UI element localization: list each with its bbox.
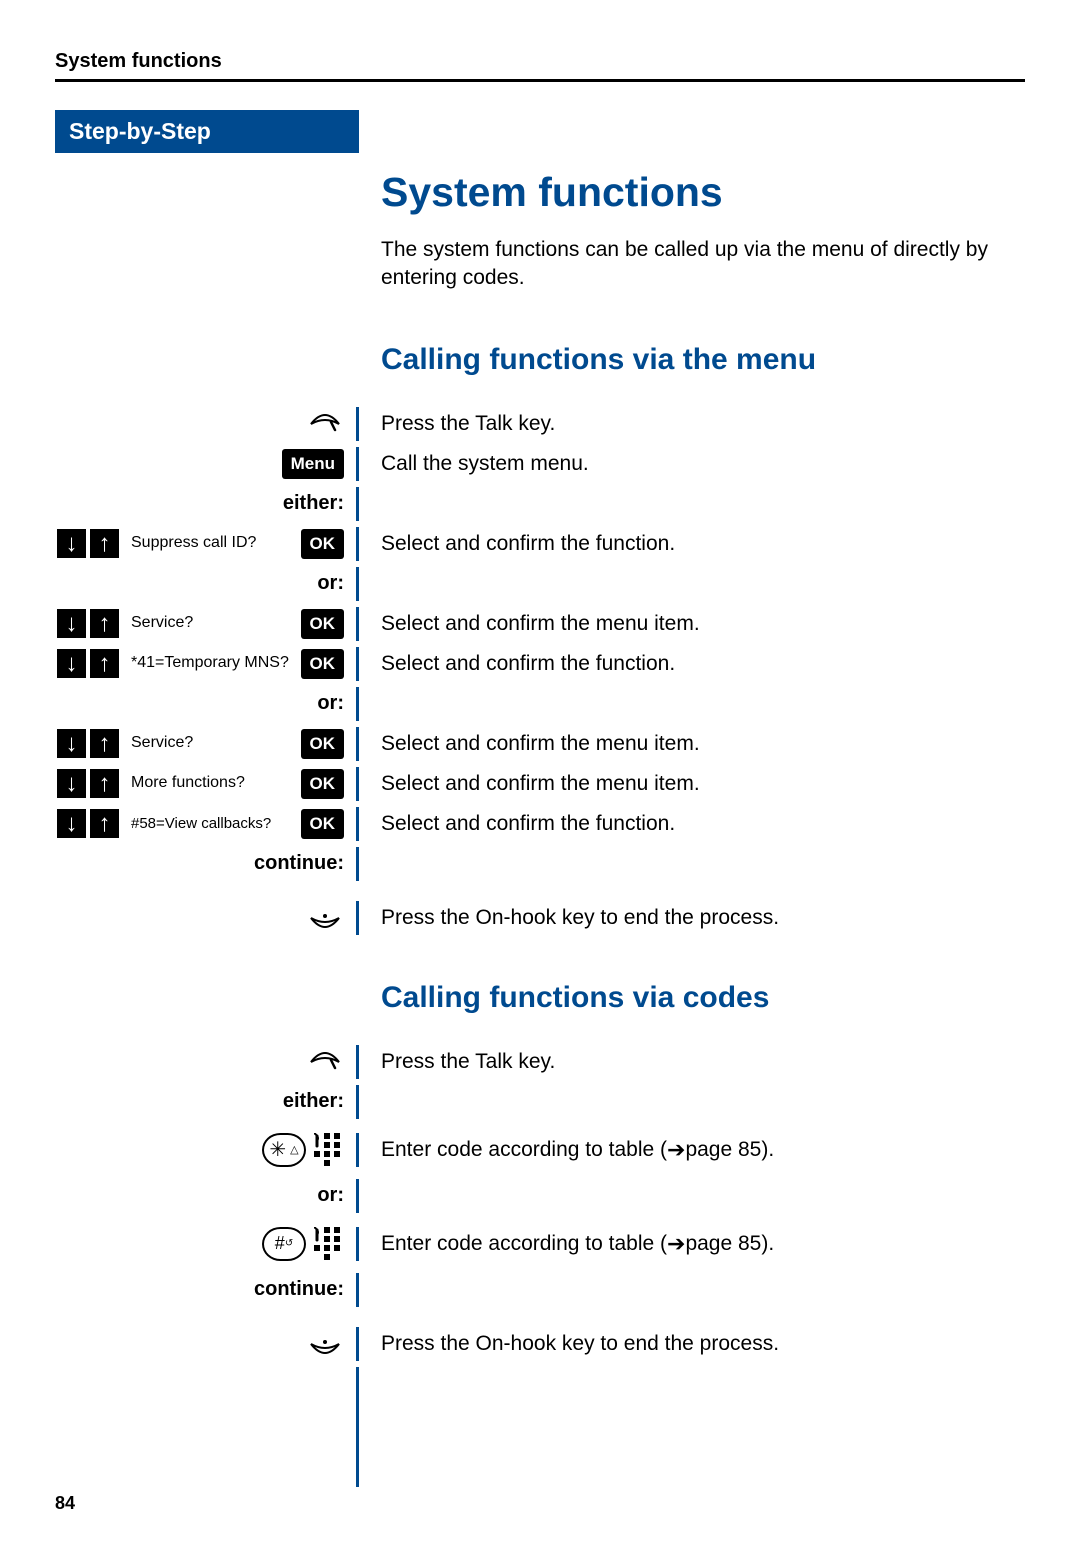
nav-arrows: ↓↑ — [55, 727, 121, 760]
either-label-2: either: — [55, 1085, 1025, 1119]
step-code-star: ✳ △ Enter code according to table (➔ pag… — [55, 1133, 1025, 1167]
nav-arrows: ↓↑ — [55, 607, 121, 640]
ok-key: OK — [301, 609, 345, 639]
step-menu-text: Call the system menu. — [359, 447, 1025, 481]
nav-arrows: ↓↑ — [55, 807, 121, 840]
step-by-step-label: Step-by-Step — [55, 110, 359, 153]
step-temporary-text: Select and confirm the function. — [359, 647, 1025, 681]
down-arrow-icon: ↓ — [55, 527, 88, 560]
step-onhook-1-text: Press the On-hook key to end the process… — [359, 901, 1025, 935]
step-talk: Press the Talk key. — [55, 407, 1025, 441]
talk-key-icon — [306, 1048, 344, 1076]
down-arrow-icon: ↓ — [55, 767, 88, 800]
step-code-hash: #↺ Enter code according to table (➔ page… — [55, 1227, 1025, 1261]
either-label-1: either: — [55, 487, 1025, 521]
keypad-icon — [314, 1133, 344, 1167]
step-onhook-2-text: Press the On-hook key to end the process… — [359, 1327, 1025, 1361]
page-number: 84 — [55, 1493, 1025, 1514]
keypad-icon — [314, 1227, 344, 1261]
reference-arrow-icon: ➔ — [667, 1137, 685, 1163]
down-arrow-icon: ↓ — [55, 647, 88, 680]
hash-key-icon: #↺ — [262, 1227, 306, 1261]
step-talk-2: Press the Talk key. — [55, 1045, 1025, 1079]
nav-arrows: ↓↑ — [55, 767, 121, 800]
ok-key: OK — [301, 529, 345, 559]
up-arrow-icon: ↑ — [88, 807, 121, 840]
nav-arrows: ↓↑ — [55, 527, 121, 560]
step-service-2-text: Select and confirm the menu item. — [359, 727, 1025, 761]
step-service-1: ↓↑ Service? OK Select and confirm the me… — [55, 607, 1025, 641]
manual-page: System functions Step-by-Step System fun… — [0, 0, 1080, 1554]
step-more-text: Select and confirm the menu item. — [359, 767, 1025, 801]
section2-heading-row: Calling functions via codes — [55, 941, 1025, 1039]
ok-key: OK — [301, 649, 345, 679]
title-row: System functions The system functions ca… — [55, 153, 1025, 401]
section2-heading: Calling functions via codes — [381, 981, 1025, 1015]
menu-item-label: Service? — [129, 734, 297, 752]
up-arrow-icon: ↑ — [88, 527, 121, 560]
onhook-key-icon — [306, 904, 344, 932]
or-label-3: or: — [55, 1179, 1025, 1213]
down-arrow-icon: ↓ — [55, 607, 88, 640]
or-label-2: or: — [55, 687, 1025, 721]
step-code-hash-text: Enter code according to table (➔ page 85… — [359, 1227, 1025, 1261]
up-arrow-icon: ↑ — [88, 727, 121, 760]
menu-item-label: #58=View callbacks? — [129, 815, 297, 832]
step-menu: Menu Call the system menu. — [55, 447, 1025, 481]
step-suppress: ↓↑ Suppress call ID? OK Select and confi… — [55, 527, 1025, 561]
step-more: ↓↑ More functions? OK Select and confirm… — [55, 767, 1025, 801]
step-code-star-text: Enter code according to table (➔ page 85… — [359, 1133, 1025, 1167]
section1-heading: Calling functions via the menu — [381, 343, 1025, 377]
step-view-callbacks: ↓↑ #58=View callbacks? OK Select and con… — [55, 807, 1025, 841]
step-talk-2-text: Press the Talk key. — [359, 1045, 1025, 1079]
step-service-1-text: Select and confirm the menu item. — [359, 607, 1025, 641]
step-onhook-2: Press the On-hook key to end the process… — [55, 1327, 1025, 1361]
step-service-2: ↓↑ Service? OK Select and confirm the me… — [55, 727, 1025, 761]
star-key-icon: ✳ △ — [262, 1133, 306, 1167]
menu-item-label: More functions? — [129, 774, 297, 792]
step-view-text: Select and confirm the function. — [359, 807, 1025, 841]
intro-text: The system functions can be called up vi… — [381, 236, 1025, 293]
talk-key-icon — [306, 410, 344, 438]
down-arrow-icon: ↓ — [55, 727, 88, 760]
page-header: System functions — [55, 50, 1025, 82]
onhook-key-icon — [306, 1330, 344, 1358]
page-title: System functions — [381, 169, 1025, 216]
ok-key: OK — [301, 809, 345, 839]
or-label-1: or: — [55, 567, 1025, 601]
step-talk-text: Press the Talk key. — [359, 407, 1025, 441]
ok-key: OK — [301, 729, 345, 759]
reference-arrow-icon: ➔ — [667, 1231, 685, 1257]
nav-arrows: ↓↑ — [55, 647, 121, 680]
up-arrow-icon: ↑ — [88, 607, 121, 640]
spacer — [55, 1367, 1025, 1487]
continue-label-1: continue: — [55, 847, 1025, 881]
up-arrow-icon: ↑ — [88, 647, 121, 680]
step-temporary: ↓↑ *41=Temporary MNS? OK Select and conf… — [55, 647, 1025, 681]
step-onhook-1: Press the On-hook key to end the process… — [55, 901, 1025, 935]
menu-item-label: Suppress call ID? — [129, 534, 297, 552]
menu-key: Menu — [282, 449, 344, 479]
up-arrow-icon: ↑ — [88, 767, 121, 800]
step-suppress-text: Select and confirm the function. — [359, 527, 1025, 561]
ok-key: OK — [301, 769, 345, 799]
down-arrow-icon: ↓ — [55, 807, 88, 840]
menu-item-label: Service? — [129, 614, 297, 632]
menu-item-label: *41=Temporary MNS? — [129, 654, 297, 672]
continue-label-2: continue: — [55, 1273, 1025, 1307]
